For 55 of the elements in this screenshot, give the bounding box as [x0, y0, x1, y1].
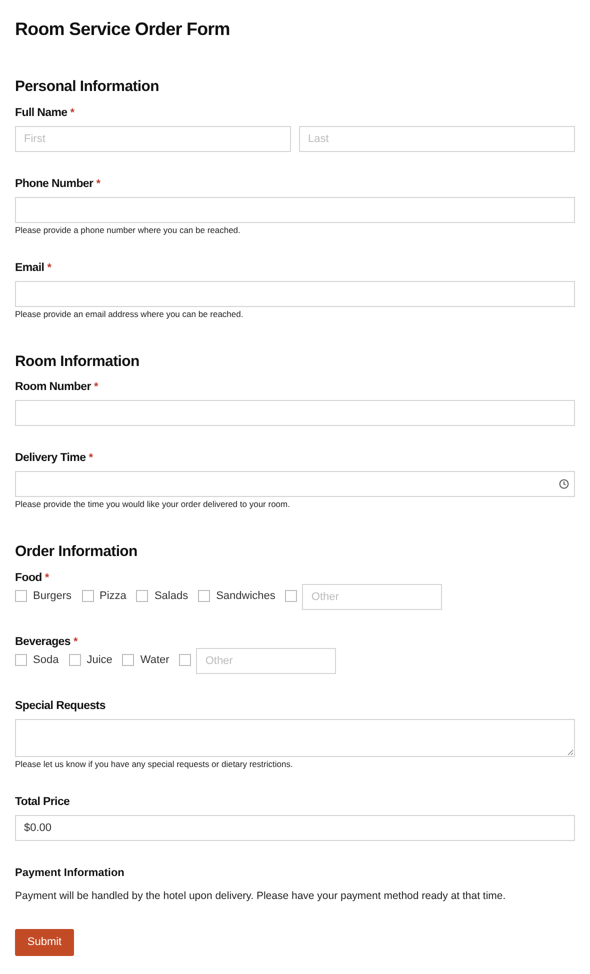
checkbox[interactable] — [198, 590, 210, 602]
required-asterisk: * — [73, 634, 78, 650]
field-label: Room Number — [15, 380, 91, 395]
checkbox[interactable] — [82, 590, 94, 602]
checkbox[interactable] — [15, 654, 27, 666]
option-label: Soda — [33, 652, 59, 668]
time-field[interactable] — [15, 471, 575, 497]
other-field[interactable]: Other — [196, 648, 336, 674]
clock-icon — [559, 479, 569, 489]
name-field[interactable]: First — [15, 126, 291, 152]
checkbox[interactable] — [136, 590, 148, 602]
option-label: Burgers — [33, 588, 72, 604]
option-label: Sandwiches — [216, 588, 276, 604]
option-label: Juice — [86, 652, 112, 668]
checkbox[interactable] — [68, 654, 81, 666]
field-label: Full Name — [15, 106, 68, 120]
field-label: Email — [15, 260, 44, 276]
option-label: Pizza — [100, 588, 126, 604]
checkbox[interactable] — [179, 654, 192, 666]
required-asterisk: * — [88, 451, 93, 466]
field-label: Phone Number — [15, 176, 94, 192]
resize-handle-icon — [567, 748, 574, 756]
submit-button[interactable]: Submit — [15, 928, 74, 956]
checkbox[interactable] — [285, 590, 298, 602]
required-asterisk: * — [96, 176, 100, 192]
section-heading: Room Information — [15, 352, 140, 372]
textarea-field[interactable] — [15, 718, 575, 756]
section-heading: Order Information — [15, 542, 138, 562]
payment-heading: Payment Information — [15, 866, 126, 880]
text-field[interactable]: $0.00 — [15, 814, 575, 840]
help-text: Please provide the time you would like your order delivered to your room. — [15, 499, 291, 510]
required-asterisk: * — [70, 106, 75, 120]
field-label: Food — [15, 570, 42, 586]
field-label: Total Price — [15, 794, 70, 810]
help-text: Please provide a phone number where you can be reached. — [15, 224, 242, 236]
text-field[interactable] — [15, 280, 575, 306]
other-field[interactable]: Other — [302, 584, 442, 610]
name-field[interactable]: Last — [299, 126, 575, 152]
field-label: Special Requests — [15, 698, 106, 714]
checkbox[interactable] — [122, 654, 134, 666]
required-asterisk: * — [94, 380, 98, 395]
section-heading: Personal Information — [15, 77, 160, 97]
payment-text: Payment will be handled by the hotel upon delivery. Please have your payment method ready at that time. — [15, 889, 507, 904]
checkbox[interactable] — [15, 590, 27, 602]
help-text: Please let us know if you have any special requests or dietary restrictions. — [15, 758, 294, 770]
field-label: Beverages — [15, 634, 70, 650]
help-text: Please provide an email address where you can be reached. — [15, 308, 244, 320]
text-field[interactable] — [15, 400, 575, 426]
field-label: Delivery Time — [15, 451, 86, 466]
form-title: Room Service Order Form — [15, 18, 231, 41]
text-field[interactable] — [15, 196, 575, 222]
option-label: Water — [140, 652, 170, 668]
option-label: Salads — [154, 588, 188, 604]
required-asterisk: * — [47, 260, 52, 276]
required-asterisk: * — [44, 570, 50, 586]
